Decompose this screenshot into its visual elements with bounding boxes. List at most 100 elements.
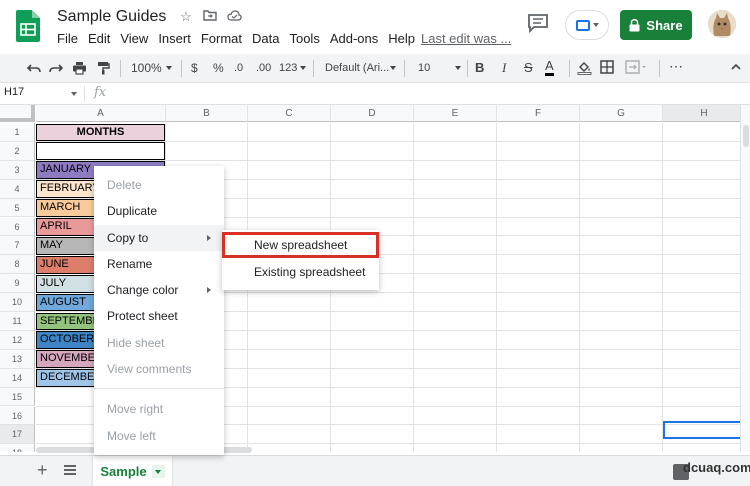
menu-bar: File Edit View Insert Format Data Tools … [57,31,425,46]
zoom-caret-icon [166,66,172,70]
submenu-item-new-spreadsheet[interactable]: New spreadsheet [222,232,379,258]
row-header-2[interactable]: 2 [0,141,35,161]
menu-item-move-left[interactable]: Move left [94,423,224,449]
redo-icon[interactable] [49,61,63,75]
percent-format-button[interactable]: % [213,59,224,77]
borders-icon[interactable] [600,60,614,74]
selected-cell-h17[interactable] [663,421,740,439]
row-header-9[interactable]: 9 [0,274,35,294]
row-header-17[interactable]: 17 [0,425,35,445]
increase-decimal-button[interactable]: .00 [256,59,271,77]
more-formats-button[interactable]: 123 [279,59,297,77]
column-header-b[interactable]: B [166,105,248,122]
paint-format-icon[interactable] [96,61,110,75]
last-edit-link[interactable]: Last edit was ... [421,31,511,46]
zoom-select[interactable]: 100% [131,59,162,77]
column-header-h[interactable]: H [663,105,740,122]
menu-item-copy-to[interactable]: Copy to [94,224,224,251]
menu-item-rename[interactable]: Rename [94,251,224,277]
row-header-18[interactable]: 18 [0,444,35,452]
document-title[interactable]: Sample Guides [57,8,166,26]
cell-a2[interactable] [36,142,165,161]
row-header-10[interactable]: 10 [0,293,35,312]
row-header-3[interactable]: 3 [0,160,35,180]
fx-icon: fx [94,85,107,100]
undo-icon[interactable] [27,61,41,75]
add-sheet-icon[interactable]: + [37,460,48,481]
font-size-select[interactable]: 10 [418,59,430,77]
row-header-4[interactable]: 4 [0,179,35,199]
font-family-select[interactable]: Default (Ari... [325,59,389,77]
column-header-f[interactable]: F [497,105,580,122]
print-icon[interactable] [72,61,87,75]
sheet-tab[interactable]: Sample [93,456,172,486]
row-header-5[interactable]: 5 [0,198,35,218]
more-formats-caret-icon [300,66,306,70]
menu-view[interactable]: View [120,31,153,46]
vertical-scroll-thumb[interactable] [743,125,749,147]
menu-help[interactable]: Help [388,31,420,46]
sheet-bar: + Sample [0,455,750,486]
row-header-1[interactable]: 1 [0,123,35,142]
watermark-text: dcuaq.com [683,460,750,475]
avatar[interactable] [708,10,736,38]
comment-history-icon[interactable] [527,13,549,33]
cloud-saved-icon[interactable] [226,9,242,25]
toolbar: 100% $ % .0 .00 123 Default (Ari... 10 B… [0,54,750,83]
menu-item-change-color[interactable]: Change color [94,277,224,303]
vertical-scrollbar[interactable] [740,105,750,452]
row-header-15[interactable]: 15 [0,387,35,407]
name-box[interactable]: H17 [4,86,24,98]
row-header-14[interactable]: 14 [0,368,35,388]
all-sheets-icon[interactable] [64,465,76,475]
column-header-c[interactable]: C [248,105,331,122]
merge-cells-icon[interactable] [625,60,647,74]
menu-divider [94,388,224,390]
menu-item-duplicate[interactable]: Duplicate [94,198,224,224]
move-folder-icon[interactable] [202,9,218,25]
bold-button[interactable]: B [475,59,484,77]
submenu-arrow-icon [207,287,211,294]
select-all-corner[interactable] [0,105,35,122]
row-header-11[interactable]: 11 [0,312,35,331]
row-header-8[interactable]: 8 [0,255,35,275]
menu-item-hide-sheet[interactable]: Hide sheet [94,330,224,356]
text-color-button[interactable]: A [545,59,554,76]
menu-add-ons[interactable]: Add-ons [330,31,383,46]
row-header-6[interactable]: 6 [0,217,35,237]
menu-tools[interactable]: Tools [289,31,324,46]
row-header-16[interactable]: 16 [0,406,35,426]
column-header-d[interactable]: D [331,105,414,122]
menu-item-delete[interactable]: Delete [94,172,224,198]
sheet-tab-dropdown-icon[interactable] [151,465,165,478]
menu-insert[interactable]: Insert [158,31,196,46]
row-header-7[interactable]: 7 [0,236,35,256]
row-header-13[interactable]: 13 [0,349,35,369]
column-header-g[interactable]: G [580,105,663,122]
star-icon[interactable]: ☆ [178,9,194,25]
menu-data[interactable]: Data [252,31,284,46]
submenu-item-existing-spreadsheet[interactable]: Existing spreadsheet [222,259,379,285]
menu-file[interactable]: File [57,31,83,46]
chevron-down-icon [592,23,599,27]
menu-item-move-right[interactable]: Move right [94,396,224,422]
menu-item-view-comments[interactable]: View comments [94,356,224,382]
menu-item-change-color-label: Change color [107,283,179,298]
sheets-logo-icon[interactable] [16,10,40,42]
strikethrough-button[interactable]: S [524,59,533,77]
menu-format[interactable]: Format [201,31,247,46]
italic-button[interactable]: I [502,59,506,77]
column-header-a[interactable]: A [36,105,166,122]
menu-item-protect-sheet[interactable]: Protect sheet [94,303,224,329]
column-header-e[interactable]: E [414,105,497,122]
share-button[interactable]: Share [620,10,692,40]
menu-edit[interactable]: Edit [88,31,115,46]
more-options-icon[interactable]: ⋯ [669,59,684,73]
decrease-decimal-button[interactable]: .0 [234,59,243,77]
cell-a1-months-header[interactable]: MONTHS [36,123,165,142]
present-button[interactable] [565,10,609,40]
currency-format-button[interactable]: $ [191,59,198,77]
row-header-12[interactable]: 12 [0,330,35,350]
collapse-toolbar-icon[interactable] [731,63,741,71]
fill-color-icon[interactable] [577,60,592,75]
